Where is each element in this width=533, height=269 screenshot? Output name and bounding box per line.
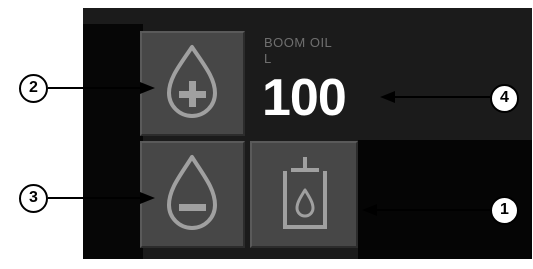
callout-3: 3 [19, 184, 48, 213]
arrowhead-2 [140, 82, 155, 94]
callout-1: 1 [490, 196, 519, 225]
callout-4: 4 [490, 84, 519, 113]
callout-2: 2 [19, 74, 48, 103]
callout-arrows [48, 82, 490, 216]
arrowhead-1 [362, 204, 377, 216]
arrowhead-3 [140, 192, 155, 204]
arrowhead-4 [380, 91, 395, 103]
